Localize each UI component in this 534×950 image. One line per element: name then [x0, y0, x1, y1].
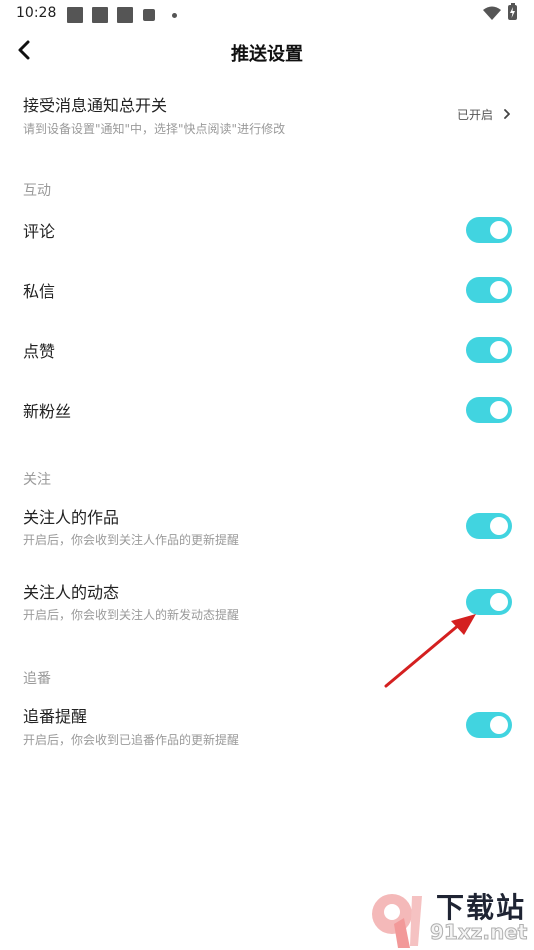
battery-charging-icon — [508, 3, 517, 20]
annotation-arrow-icon — [384, 614, 476, 688]
setting-label: 关注人的动态 — [23, 583, 120, 602]
master-notification-title: 接受消息通知总开关 — [23, 96, 168, 115]
notification-icon — [67, 7, 83, 23]
setting-subtitle: 开启后，你会收到关注人的新发动态提醒 — [23, 608, 240, 622]
setting-row-comment: 评论 — [0, 210, 534, 250]
setting-row-new-follower: 新粉丝 — [0, 390, 534, 430]
status-time: 10:28 — [16, 5, 57, 21]
master-notification-row[interactable]: 接受消息通知总开关 请到设备设置"通知"中，选择"快点阅读"进行修改 — [0, 80, 534, 150]
setting-row-followed-works: 关注人的作品 开启后，你会收到关注人作品的更新提醒 — [0, 498, 534, 554]
setting-label: 追番提醒 — [23, 707, 88, 726]
notification-icon — [143, 9, 155, 21]
chevron-right-icon[interactable] — [502, 108, 512, 120]
page-title: 推送设置 — [231, 44, 303, 65]
setting-label: 私信 — [23, 282, 56, 301]
section-title-anime-tracking: 追番 — [23, 671, 51, 687]
notification-icon — [92, 7, 108, 23]
master-status-value[interactable]: 已开启 — [457, 106, 493, 123]
setting-label: 评论 — [23, 222, 56, 241]
watermark-logo-icon — [372, 894, 422, 948]
watermark-text-bottom: 91xz.net — [429, 920, 528, 945]
section-title-follow: 关注 — [23, 472, 51, 488]
followed-works-toggle[interactable] — [466, 513, 512, 539]
notification-icon — [117, 7, 133, 23]
setting-label: 关注人的作品 — [23, 508, 120, 527]
status-bar: 10:28 — [0, 0, 534, 28]
watermark: 下载站 91xz.net — [364, 888, 534, 950]
like-toggle[interactable] — [466, 337, 512, 363]
setting-subtitle: 开启后，你会收到关注人作品的更新提醒 — [23, 533, 240, 547]
master-notification-subtitle: 请到设备设置"通知"中，选择"快点阅读"进行修改 — [23, 122, 286, 136]
setting-label: 新粉丝 — [23, 402, 72, 421]
setting-row-anime-reminder: 追番提醒 开启后，你会收到已追番作品的更新提醒 — [0, 697, 534, 753]
comment-toggle[interactable] — [466, 217, 512, 243]
setting-label: 点赞 — [23, 342, 56, 361]
more-dot-icon — [172, 13, 177, 18]
wifi-icon — [483, 6, 501, 20]
anime-reminder-toggle[interactable] — [466, 712, 512, 738]
setting-row-like: 点赞 — [0, 330, 534, 370]
setting-subtitle: 开启后，你会收到已追番作品的更新提醒 — [23, 733, 240, 747]
private-message-toggle[interactable] — [466, 277, 512, 303]
header: 推送设置 — [0, 30, 534, 74]
new-follower-toggle[interactable] — [466, 397, 512, 423]
section-title-interaction: 互动 — [23, 183, 51, 199]
setting-row-private-message: 私信 — [0, 270, 534, 310]
